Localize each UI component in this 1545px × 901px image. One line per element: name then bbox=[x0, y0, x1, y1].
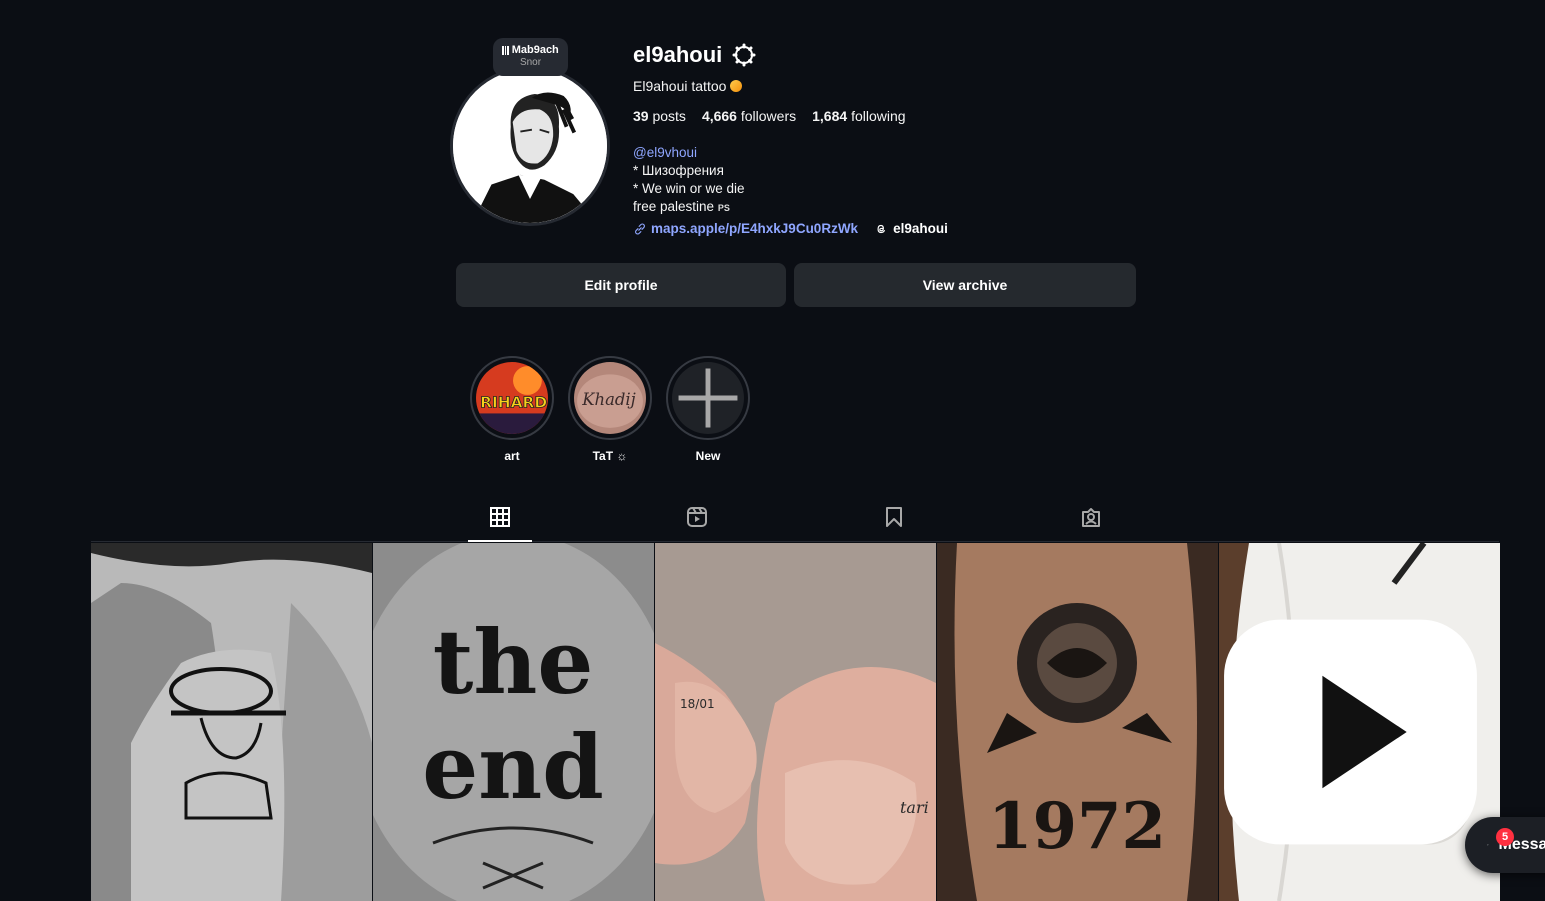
posts-grid-icon bbox=[490, 507, 510, 527]
tab-reels[interactable] bbox=[665, 505, 729, 542]
profile-stats: 39 posts 4,666 followers 1,684 following bbox=[633, 108, 948, 124]
post-thumbnail[interactable]: the end bbox=[373, 543, 654, 901]
link-icon bbox=[635, 223, 645, 234]
view-archive-button[interactable]: View archive bbox=[794, 263, 1136, 307]
avatar-image bbox=[453, 69, 607, 223]
profile-note[interactable]: Mab9ach Snor bbox=[493, 38, 568, 76]
svg-text:Khadij: Khadij bbox=[581, 390, 636, 409]
settings-gear-icon[interactable] bbox=[732, 43, 756, 67]
bio: @el9vhoui * Шизофрения * We win or we di… bbox=[633, 144, 948, 217]
username: el9ahoui bbox=[633, 42, 723, 67]
unread-badge: 5 bbox=[1496, 828, 1514, 846]
plus-icon bbox=[678, 368, 738, 428]
tabs-divider bbox=[91, 541, 1499, 542]
direct-message-icon bbox=[1487, 844, 1489, 846]
tab-tagged[interactable] bbox=[1059, 505, 1123, 542]
story-highlights: RIHARD art Khadij TaT ☼ New bbox=[470, 356, 750, 463]
highlight-art-thumbnail: RIHARD bbox=[476, 362, 548, 434]
flag-tag: PS bbox=[717, 203, 730, 213]
post-image bbox=[91, 543, 372, 901]
bio-line: free palestine PS bbox=[633, 199, 730, 214]
reels-icon bbox=[687, 507, 707, 527]
highlight-label: TaT ☼ bbox=[592, 449, 628, 463]
svg-text:1972: 1972 bbox=[988, 789, 1166, 864]
post-thumbnail[interactable] bbox=[1219, 543, 1500, 901]
svg-text:18/01: 18/01 bbox=[680, 697, 715, 711]
note-subtitle: Snor bbox=[519, 57, 542, 68]
highlight-label: New bbox=[695, 449, 721, 463]
bio-line: * Шизофрения bbox=[633, 163, 724, 178]
threads-handle: el9ahoui bbox=[893, 221, 948, 236]
followers-stat[interactable]: 4,666 followers bbox=[702, 108, 796, 124]
saved-icon bbox=[886, 507, 902, 527]
posts-stat: 39 posts bbox=[633, 108, 686, 124]
highlight-art[interactable]: RIHARD art bbox=[470, 356, 554, 463]
threads-link[interactable]: el9ahoui bbox=[874, 221, 948, 236]
new-highlight-button[interactable]: New bbox=[666, 356, 750, 463]
svg-text:tari: tari bbox=[900, 798, 929, 817]
post-thumbnail[interactable]: 18/01 tari bbox=[655, 543, 936, 901]
tagged-icon bbox=[1082, 508, 1100, 527]
planet-emoji-icon bbox=[730, 80, 743, 92]
tab-posts[interactable] bbox=[468, 505, 532, 542]
profile-avatar[interactable] bbox=[450, 66, 610, 226]
external-link[interactable]: maps.apple/p/E4hxkJ9Cu0RzWk bbox=[633, 221, 858, 236]
reel-badge-icon bbox=[1224, 619, 1477, 845]
post-image: 1972 bbox=[937, 543, 1218, 901]
edit-profile-button[interactable]: Edit profile bbox=[456, 263, 786, 307]
highlight-tat[interactable]: Khadij TaT ☼ bbox=[568, 356, 652, 463]
post-thumbnail[interactable]: 1972 bbox=[937, 543, 1218, 901]
tab-saved[interactable] bbox=[862, 505, 926, 542]
svg-text:the: the bbox=[433, 610, 594, 714]
following-stat[interactable]: 1,684 following bbox=[812, 108, 905, 124]
external-link-text: maps.apple/p/E4hxkJ9Cu0RzWk bbox=[651, 221, 859, 236]
full-name: El9ahoui tattoo bbox=[633, 78, 727, 94]
svg-text:end: end bbox=[422, 715, 604, 819]
svg-text:RIHARD: RIHARD bbox=[480, 393, 547, 411]
music-bars-icon bbox=[502, 45, 509, 55]
highlight-tat-thumbnail: Khadij bbox=[574, 362, 646, 434]
post-image: the end bbox=[373, 543, 654, 901]
note-title: Mab9ach bbox=[511, 44, 559, 56]
bio-line: * We win or we die bbox=[633, 181, 745, 196]
bio-mention-link[interactable]: @el9vhoui bbox=[633, 144, 948, 162]
posts-grid: the end 18/01 tari 1972 bbox=[91, 543, 1500, 901]
post-thumbnail[interactable] bbox=[91, 543, 372, 901]
highlight-label: art bbox=[504, 449, 520, 463]
threads-icon bbox=[877, 224, 886, 233]
post-image: 18/01 tari bbox=[655, 543, 936, 901]
profile-info: el9ahoui El9ahoui tattoo 39 posts 4,666 … bbox=[633, 40, 948, 236]
messages-button[interactable]: Messages 5 bbox=[1465, 817, 1545, 873]
